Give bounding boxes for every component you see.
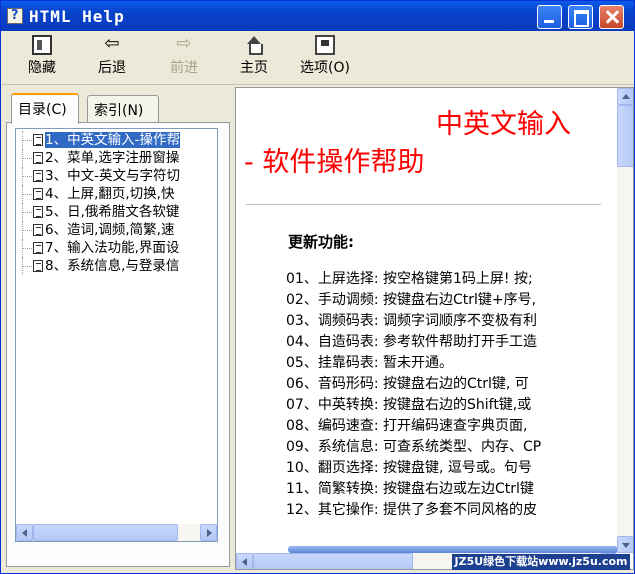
- hide-pane-icon: [32, 35, 52, 55]
- feature-item: 11、简繁转换: 按键盘右边或左边Ctrl键: [286, 481, 534, 497]
- tree-items: 1、中英文输入-操作帮 2、菜单,选字注册窗操 3、中文-英文与字符切 4、上屏…: [22, 131, 217, 275]
- help-window: HTML Help 隐藏 ⇦ 后退 ⇨ 前进 主页 选项(O) 目录(C) 索引…: [0, 0, 635, 574]
- document-icon: [33, 152, 43, 164]
- footer-bar: [288, 546, 617, 553]
- topic-heading-line2: - 软件操作帮助: [244, 147, 425, 178]
- hide-button[interactable]: 隐藏: [20, 33, 64, 83]
- title-bar[interactable]: HTML Help: [1, 1, 634, 31]
- section-heading: 更新功能:: [288, 233, 354, 251]
- scroll-left-icon[interactable]: [236, 553, 253, 569]
- forward-button[interactable]: ⇨ 前进: [162, 33, 206, 83]
- home-button[interactable]: 主页: [232, 33, 276, 83]
- scrollbar-thumb[interactable]: [253, 553, 413, 569]
- window-title: HTML Help: [29, 7, 125, 26]
- divider: [246, 204, 601, 205]
- feature-item: 09、系统信息: 可查系统类型、内存、CP: [286, 439, 542, 455]
- feature-item: 03、调频码表: 调频字词顺序不变极有利: [286, 313, 537, 329]
- tree-item[interactable]: 6、造词,调频,简繁,速: [22, 221, 217, 239]
- toolbar: 隐藏 ⇦ 后退 ⇨ 前进 主页 选项(O): [2, 31, 634, 85]
- tree-item[interactable]: 3、中文-英文与字符切: [22, 167, 217, 185]
- document-icon: [33, 206, 43, 218]
- document-icon: [33, 260, 43, 272]
- scroll-up-icon[interactable]: [617, 88, 633, 105]
- document-icon: [33, 134, 43, 146]
- scroll-down-icon[interactable]: [617, 536, 633, 553]
- feature-item: 05、挂靠码表: 暂未开通。: [286, 355, 453, 371]
- options-icon: [315, 35, 335, 55]
- maximize-button[interactable]: [568, 5, 593, 29]
- tree-item[interactable]: 4、上屏,翻页,切换,快: [22, 185, 217, 203]
- scroll-left-icon[interactable]: [16, 524, 33, 541]
- tab-contents[interactable]: 目录(C): [11, 93, 79, 124]
- scrollbar-thumb[interactable]: [33, 524, 178, 541]
- document-icon: [33, 224, 43, 236]
- back-button[interactable]: ⇦ 后退: [90, 33, 134, 83]
- tree-item[interactable]: 2、菜单,选字注册窗操: [22, 149, 217, 167]
- close-button[interactable]: [599, 5, 624, 29]
- tab-index[interactable]: 索引(N): [87, 95, 159, 122]
- minimize-button[interactable]: [537, 5, 562, 29]
- tree-item[interactable]: 5、日,俄希腊文各软键: [22, 203, 217, 221]
- topic-content: 中英文输入 - 软件操作帮助 更新功能: 01、上屏选择: 按空格键第1码上屏!…: [236, 88, 617, 553]
- topic-heading-line1: 中英文输入: [436, 109, 571, 140]
- feature-list: 01、上屏选择: 按空格键第1码上屏! 按; 02、手动调频: 按键盘右边Ctr…: [286, 269, 617, 521]
- home-icon: [244, 35, 264, 55]
- tree-item[interactable]: 8、系统信息,与登录信: [22, 257, 217, 275]
- feature-item: 02、手动调频: 按键盘右边Ctrl键+序号,: [286, 292, 537, 308]
- feature-item: 06、音码形码: 按键盘右边的Ctrl键, 可: [286, 376, 529, 392]
- tree-item[interactable]: 1、中英文输入-操作帮: [22, 131, 217, 149]
- tree-item[interactable]: 7、输入法功能,界面设: [22, 239, 217, 257]
- navigation-pane: 1、中英文输入-操作帮 2、菜单,选字注册窗操 3、中文-英文与字符切 4、上屏…: [6, 122, 230, 567]
- feature-item: 08、编码速查: 打开编码速查字典页面,: [286, 418, 528, 434]
- content-pane: 中英文输入 - 软件操作帮助 更新功能: 01、上屏选择: 按空格键第1码上屏!…: [235, 87, 634, 570]
- home-label: 主页: [240, 60, 268, 76]
- contents-tree[interactable]: 1、中英文输入-操作帮 2、菜单,选字注册窗操 3、中文-英文与字符切 4、上屏…: [15, 128, 218, 542]
- hide-label: 隐藏: [28, 60, 56, 76]
- forward-arrow-icon: ⇨: [176, 33, 192, 54]
- feature-item: 12、其它操作: 提供了多套不同风格的皮: [286, 502, 537, 518]
- document-icon: [33, 188, 43, 200]
- help-app-icon: [7, 8, 23, 24]
- forward-label: 前进: [170, 60, 198, 76]
- document-icon: [33, 170, 43, 182]
- feature-item: 01、上屏选择: 按空格键第1码上屏! 按;: [286, 271, 533, 287]
- feature-item: 07、中英转换: 按键盘右边的Shift键,或: [286, 397, 532, 413]
- content-vertical-scrollbar[interactable]: [617, 88, 633, 553]
- back-label: 后退: [98, 60, 126, 76]
- options-label: 选项(O): [300, 60, 350, 76]
- watermark: JZ5U绿色下载站www.jz5u.com: [452, 554, 630, 570]
- scroll-right-icon[interactable]: [200, 524, 217, 541]
- feature-item: 10、翻页选择: 按键盘键, 逗号或。句号: [286, 460, 532, 476]
- back-arrow-icon: ⇦: [104, 33, 120, 54]
- options-button[interactable]: 选项(O): [292, 33, 358, 83]
- document-icon: [33, 242, 43, 254]
- tree-horizontal-scrollbar[interactable]: [16, 524, 217, 541]
- feature-item: 04、自造码表: 参考软件帮助打开手工造: [286, 334, 537, 350]
- scrollbar-thumb[interactable]: [617, 105, 633, 167]
